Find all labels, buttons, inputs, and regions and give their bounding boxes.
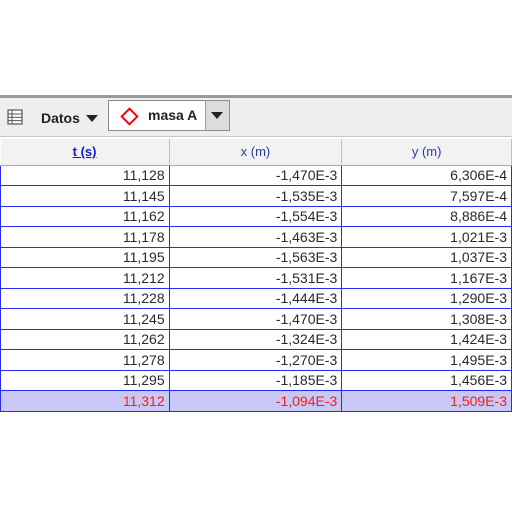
object-selector-value: masa A (148, 107, 198, 123)
table-body: 11,128 -1,470E-3 6,306E-4 11,145 -1,535E-3 7,… (0, 164, 512, 412)
data-menu-label: Datos (41, 110, 80, 126)
chevron-down-icon (211, 112, 223, 119)
table-row[interactable]: 11,312 -1,094E-3 1,509E-3 (0, 390, 512, 412)
header-row: t (s) x (m) y (m) (0, 139, 512, 166)
table-cell[interactable]: 1,456E-3 (341, 369, 512, 391)
table-cell[interactable]: -1,535E-3 (168, 185, 343, 207)
table-cell[interactable]: -1,470E-3 (168, 164, 343, 186)
table-row[interactable]: 11,245 -1,470E-3 1,308E-3 (0, 308, 512, 330)
table-cell[interactable]: -1,470E-3 (168, 308, 343, 330)
table-cell[interactable]: -1,270E-3 (168, 349, 343, 371)
table-cell[interactable]: -1,444E-3 (168, 287, 343, 309)
table-row[interactable]: 11,262 -1,324E-3 1,424E-3 (0, 328, 512, 350)
data-table-container: t (s) x (m) y (m) 11,128 -1,470E-3 6,306E-… (0, 139, 512, 412)
table-cell[interactable]: 1,495E-3 (341, 349, 512, 371)
table-cell[interactable]: 11,228 (0, 287, 170, 309)
table-cell[interactable]: 11,278 (0, 349, 170, 371)
table-cell[interactable]: 11,312 (0, 390, 170, 412)
table-cell[interactable]: 1,509E-3 (341, 390, 512, 412)
column-header-x[interactable]: x (m) (169, 139, 343, 166)
table-cell[interactable]: 11,162 (0, 205, 170, 227)
table-cell[interactable]: 8,886E-4 (341, 205, 512, 227)
table-cell[interactable]: 1,290E-3 (341, 287, 512, 309)
table-cell[interactable]: 11,145 (0, 185, 170, 207)
table-cell[interactable]: 11,128 (0, 164, 170, 186)
table-cell[interactable]: -1,463E-3 (168, 226, 343, 248)
object-selector-dropdown[interactable]: masa A (108, 100, 230, 131)
table-cell[interactable]: 11,245 (0, 308, 170, 330)
table-cell[interactable]: 1,021E-3 (341, 226, 512, 248)
table-cell[interactable]: -1,554E-3 (168, 205, 343, 227)
table-cell[interactable]: -1,185E-3 (168, 369, 343, 391)
table-cell[interactable]: 11,212 (0, 267, 170, 289)
table-row[interactable]: 11,145 -1,535E-3 7,597E-4 (0, 185, 512, 207)
column-header-t[interactable]: t (s) (0, 139, 170, 166)
data-toolbar: Datos masa A (0, 98, 512, 137)
table-cell[interactable]: 1,424E-3 (341, 328, 512, 350)
table-cell[interactable]: -1,531E-3 (168, 267, 343, 289)
table-row[interactable]: 11,295 -1,185E-3 1,456E-3 (0, 369, 512, 391)
object-selector-arrow-button[interactable] (206, 101, 229, 130)
table-cell[interactable]: 1,037E-3 (341, 246, 512, 268)
table-cell[interactable]: 1,167E-3 (341, 267, 512, 289)
table-row[interactable]: 11,162 -1,554E-3 8,886E-4 (0, 205, 512, 227)
table-cell[interactable]: -1,094E-3 (168, 390, 343, 412)
chevron-down-icon (85, 114, 98, 122)
diamond-icon (120, 107, 139, 126)
table-cell[interactable]: 11,262 (0, 328, 170, 350)
table-row[interactable]: 11,128 -1,470E-3 6,306E-4 (0, 164, 512, 186)
data-table: t (s) x (m) y (m) 11,128 -1,470E-3 6,306E-… (0, 139, 512, 412)
table-cell[interactable]: 1,308E-3 (341, 308, 512, 330)
table-cell[interactable]: -1,563E-3 (168, 246, 343, 268)
table-cell[interactable]: 7,597E-4 (341, 185, 512, 207)
table-row[interactable]: 11,195 -1,563E-3 1,037E-3 (0, 246, 512, 268)
table-row[interactable]: 11,228 -1,444E-3 1,290E-3 (0, 287, 512, 309)
table-row[interactable]: 11,178 -1,463E-3 1,021E-3 (0, 226, 512, 248)
table-row[interactable]: 11,278 -1,270E-3 1,495E-3 (0, 349, 512, 371)
table-cell[interactable]: 11,295 (0, 369, 170, 391)
table-cell[interactable]: 11,195 (0, 246, 170, 268)
table-cell[interactable]: 6,306E-4 (341, 164, 512, 186)
column-header-y[interactable]: y (m) (341, 139, 512, 166)
table-cell[interactable]: 11,178 (0, 226, 170, 248)
data-menu-button[interactable]: Datos (41, 108, 98, 128)
table-row[interactable]: 11,212 -1,531E-3 1,167E-3 (0, 267, 512, 289)
table-grid-icon[interactable] (7, 109, 23, 125)
object-selector-display[interactable]: masa A (109, 101, 206, 130)
table-cell[interactable]: -1,324E-3 (168, 328, 343, 350)
